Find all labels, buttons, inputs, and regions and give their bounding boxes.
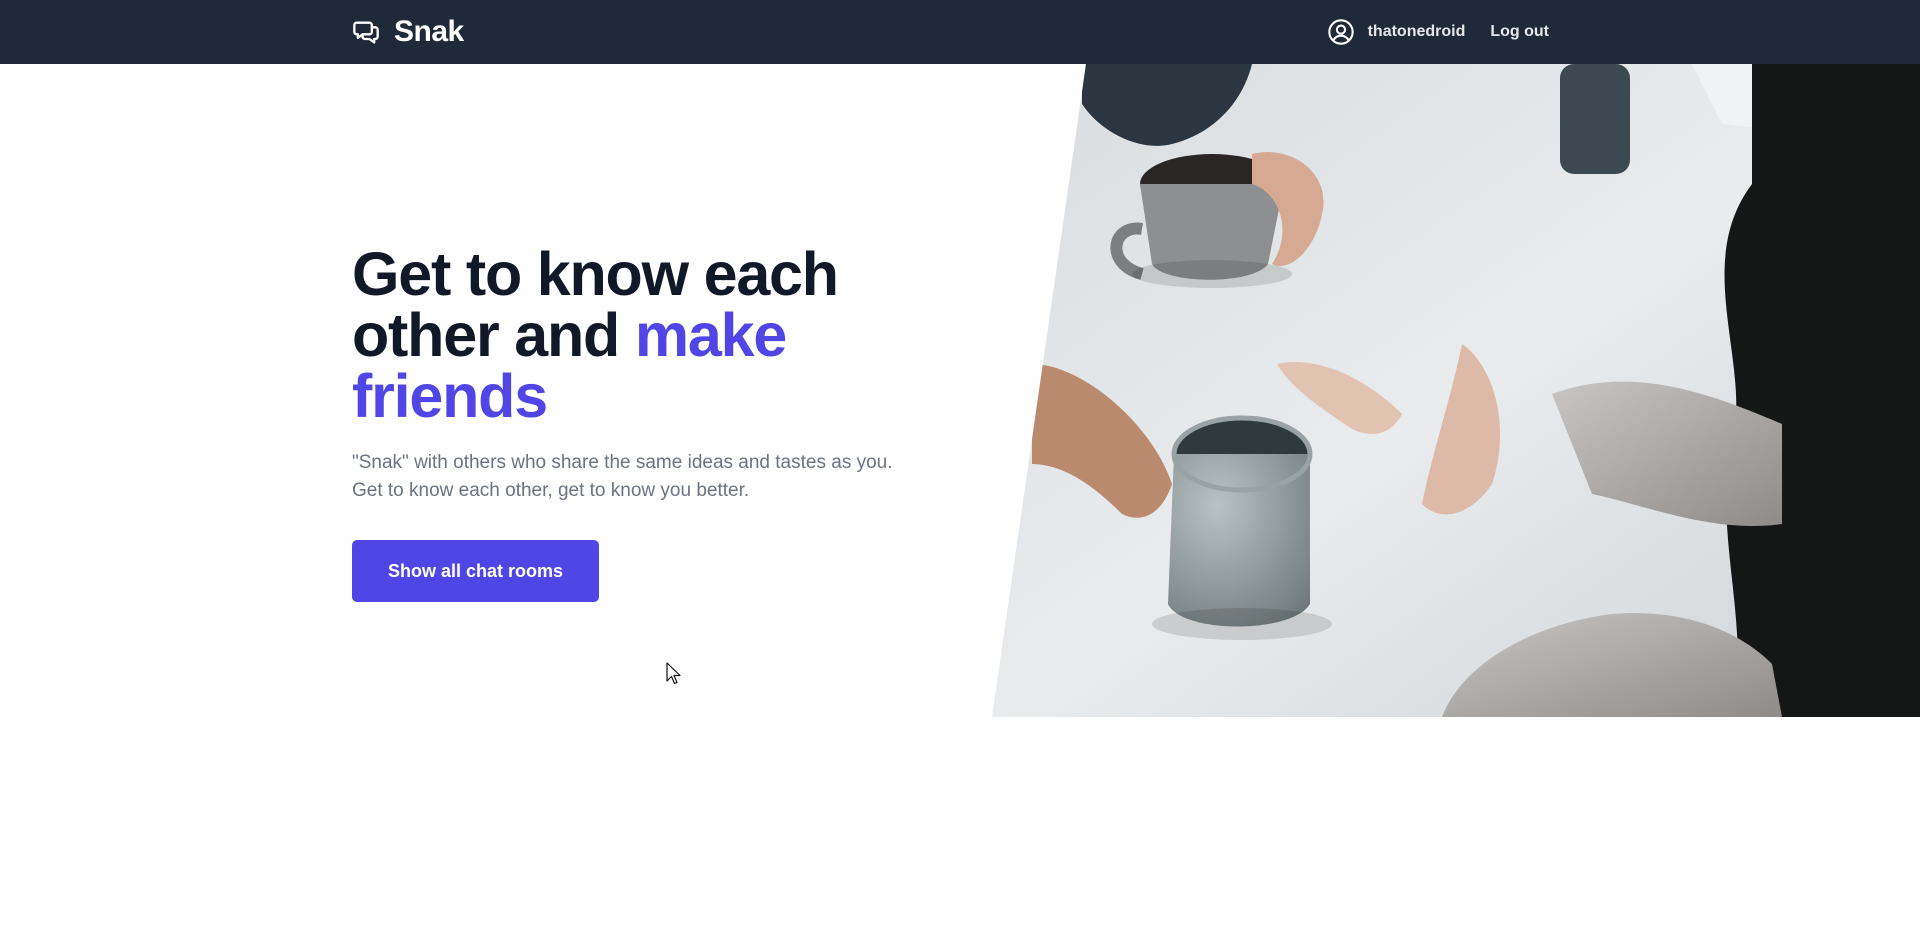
- show-all-chat-rooms-button[interactable]: Show all chat rooms: [352, 540, 599, 602]
- hero-subtitle: "Snak" with others who share the same id…: [352, 449, 932, 505]
- hero-text: Get to know each other and make friends …: [352, 244, 972, 602]
- subtitle-line-2: Get to know each other, get to know you …: [352, 480, 750, 501]
- navbar-container: Snak thatonedroid Log out: [352, 0, 1549, 64]
- mouse-cursor-icon: [666, 662, 681, 685]
- people-with-coffee-mugs-photo: [992, 64, 1920, 717]
- hero-headline: Get to know each other and make friends: [352, 244, 972, 427]
- logout-link[interactable]: Log out: [1490, 23, 1549, 41]
- username: thatonedroid: [1367, 23, 1466, 40]
- user-menu[interactable]: thatonedroid: [1327, 18, 1466, 46]
- nav-right: thatonedroid Log out: [1327, 18, 1549, 46]
- chat-bubbles-icon: [353, 21, 379, 44]
- hero-section: Get to know each other and make friends …: [0, 64, 1920, 717]
- brand-link[interactable]: Snak: [352, 15, 464, 49]
- top-navbar: Snak thatonedroid Log out: [0, 0, 1920, 64]
- user-circle-icon: [1327, 19, 1354, 45]
- brand-name: Snak: [394, 15, 464, 48]
- subtitle-line-1: "Snak" with others who share the same id…: [352, 452, 893, 473]
